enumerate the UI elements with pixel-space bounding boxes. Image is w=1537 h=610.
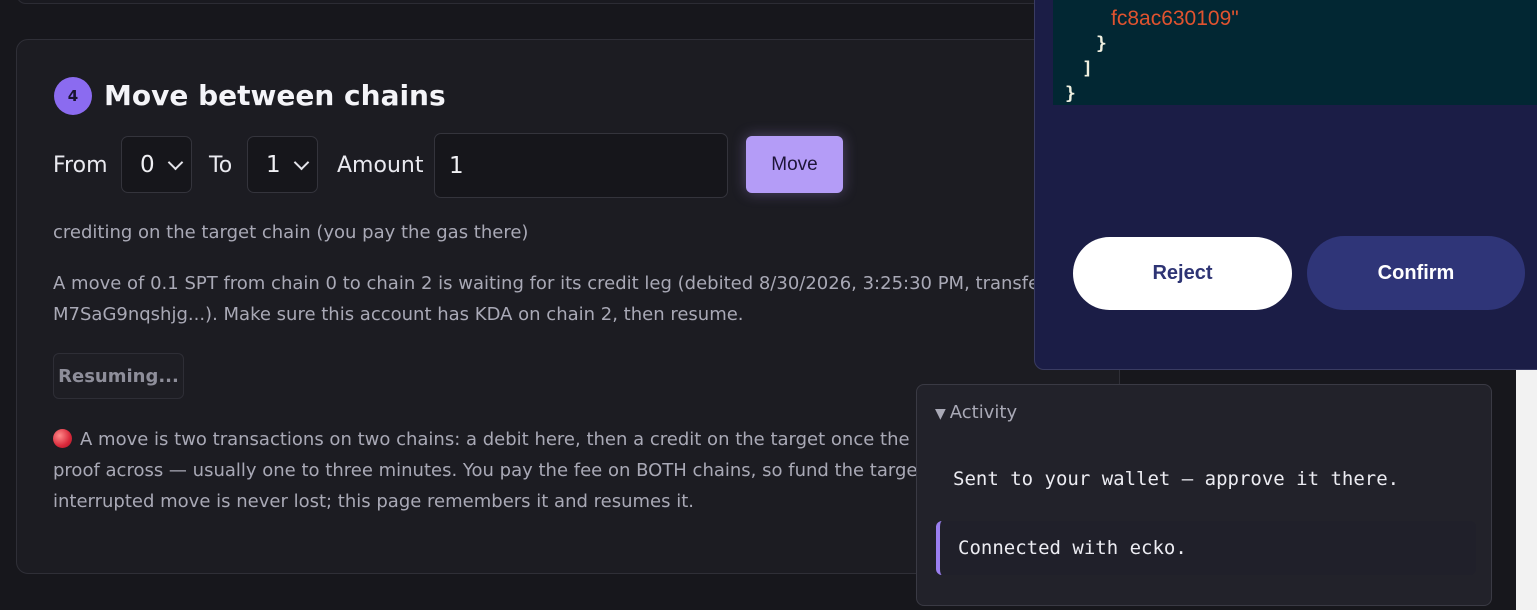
code-brace: }: [1096, 33, 1107, 54]
activity-entry-text: Connected with ecko.: [958, 537, 1187, 559]
step-number-badge: 4: [54, 77, 92, 115]
chevron-down-icon: [167, 154, 184, 171]
info-line-1: A move is two transactions on two chains…: [80, 429, 960, 450]
chevron-down-icon: [293, 154, 310, 171]
activity-entry-highlighted: Connected with ecko.: [936, 521, 1476, 575]
pending-line-2: M7SaG9nqshjg...). Make sure this account…: [53, 304, 744, 325]
caret-down-icon: ▼: [935, 406, 946, 422]
reject-button[interactable]: Reject: [1073, 237, 1292, 310]
confirm-button[interactable]: Confirm: [1307, 236, 1525, 310]
to-chain-select[interactable]: 1: [247, 136, 318, 193]
activity-header: Activity: [949, 402, 1018, 423]
previous-card: [16, 0, 1122, 4]
section-title: Move between chains: [104, 79, 446, 112]
from-label: From: [53, 153, 108, 178]
to-label: To: [209, 153, 233, 178]
wallet-popup: fc8ac630109" } ] } Reject Confirm: [1034, 0, 1537, 370]
pending-line-1: A move of 0.1 SPT from chain 0 to chain …: [53, 273, 1047, 294]
code-bracket: ]: [1082, 58, 1093, 79]
activity-toggle[interactable]: ▼ Activity: [935, 402, 1017, 423]
info-paragraph: A move is two transactions on two chains…: [53, 424, 960, 517]
info-line-3: interrupted move is never lost; this pag…: [53, 491, 694, 512]
from-chain-select[interactable]: 0: [121, 136, 192, 193]
move-button[interactable]: Move: [746, 136, 843, 193]
activity-entry: Sent to your wallet — approve it there.: [953, 468, 1400, 490]
info-line-2: proof across — usually one to three minu…: [53, 460, 960, 481]
code-brace: }: [1065, 83, 1076, 104]
transaction-code-block: fc8ac630109" } ] }: [1053, 0, 1537, 105]
pending-move-notice: A move of 0.1 SPT from chain 0 to chain …: [53, 268, 1047, 330]
to-chain-value: 1: [266, 151, 281, 178]
resume-button[interactable]: Resuming...: [53, 353, 184, 399]
status-line: crediting on the target chain (you pay t…: [53, 222, 529, 243]
activity-panel: ▼ Activity Sent to your wallet — approve …: [916, 384, 1492, 606]
amount-label: Amount: [337, 153, 424, 178]
code-hash: fc8ac630109": [1111, 7, 1239, 30]
red-circle-icon: [53, 429, 72, 448]
from-chain-value: 0: [140, 151, 155, 178]
background-window-edge: [1516, 370, 1537, 610]
amount-input[interactable]: 1: [434, 133, 728, 198]
